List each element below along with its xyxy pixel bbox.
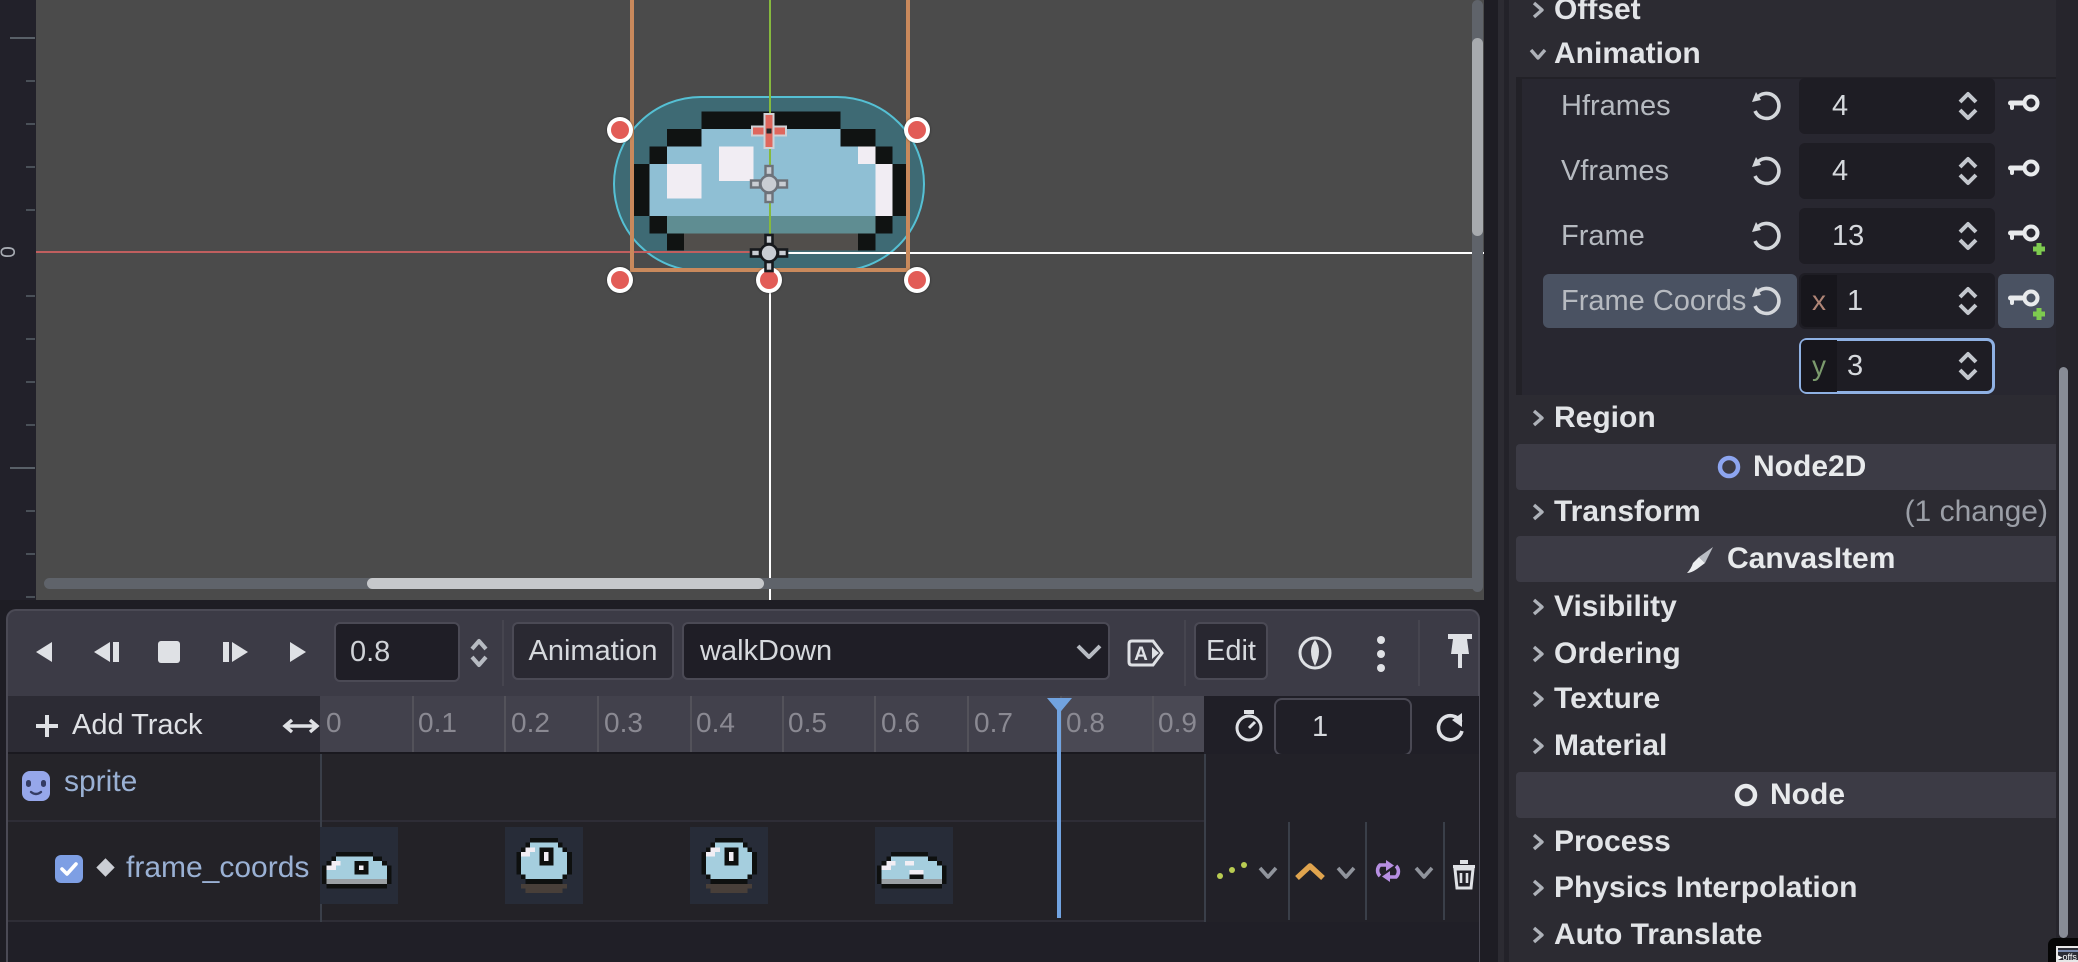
svg-text:A: A xyxy=(1134,644,1148,665)
